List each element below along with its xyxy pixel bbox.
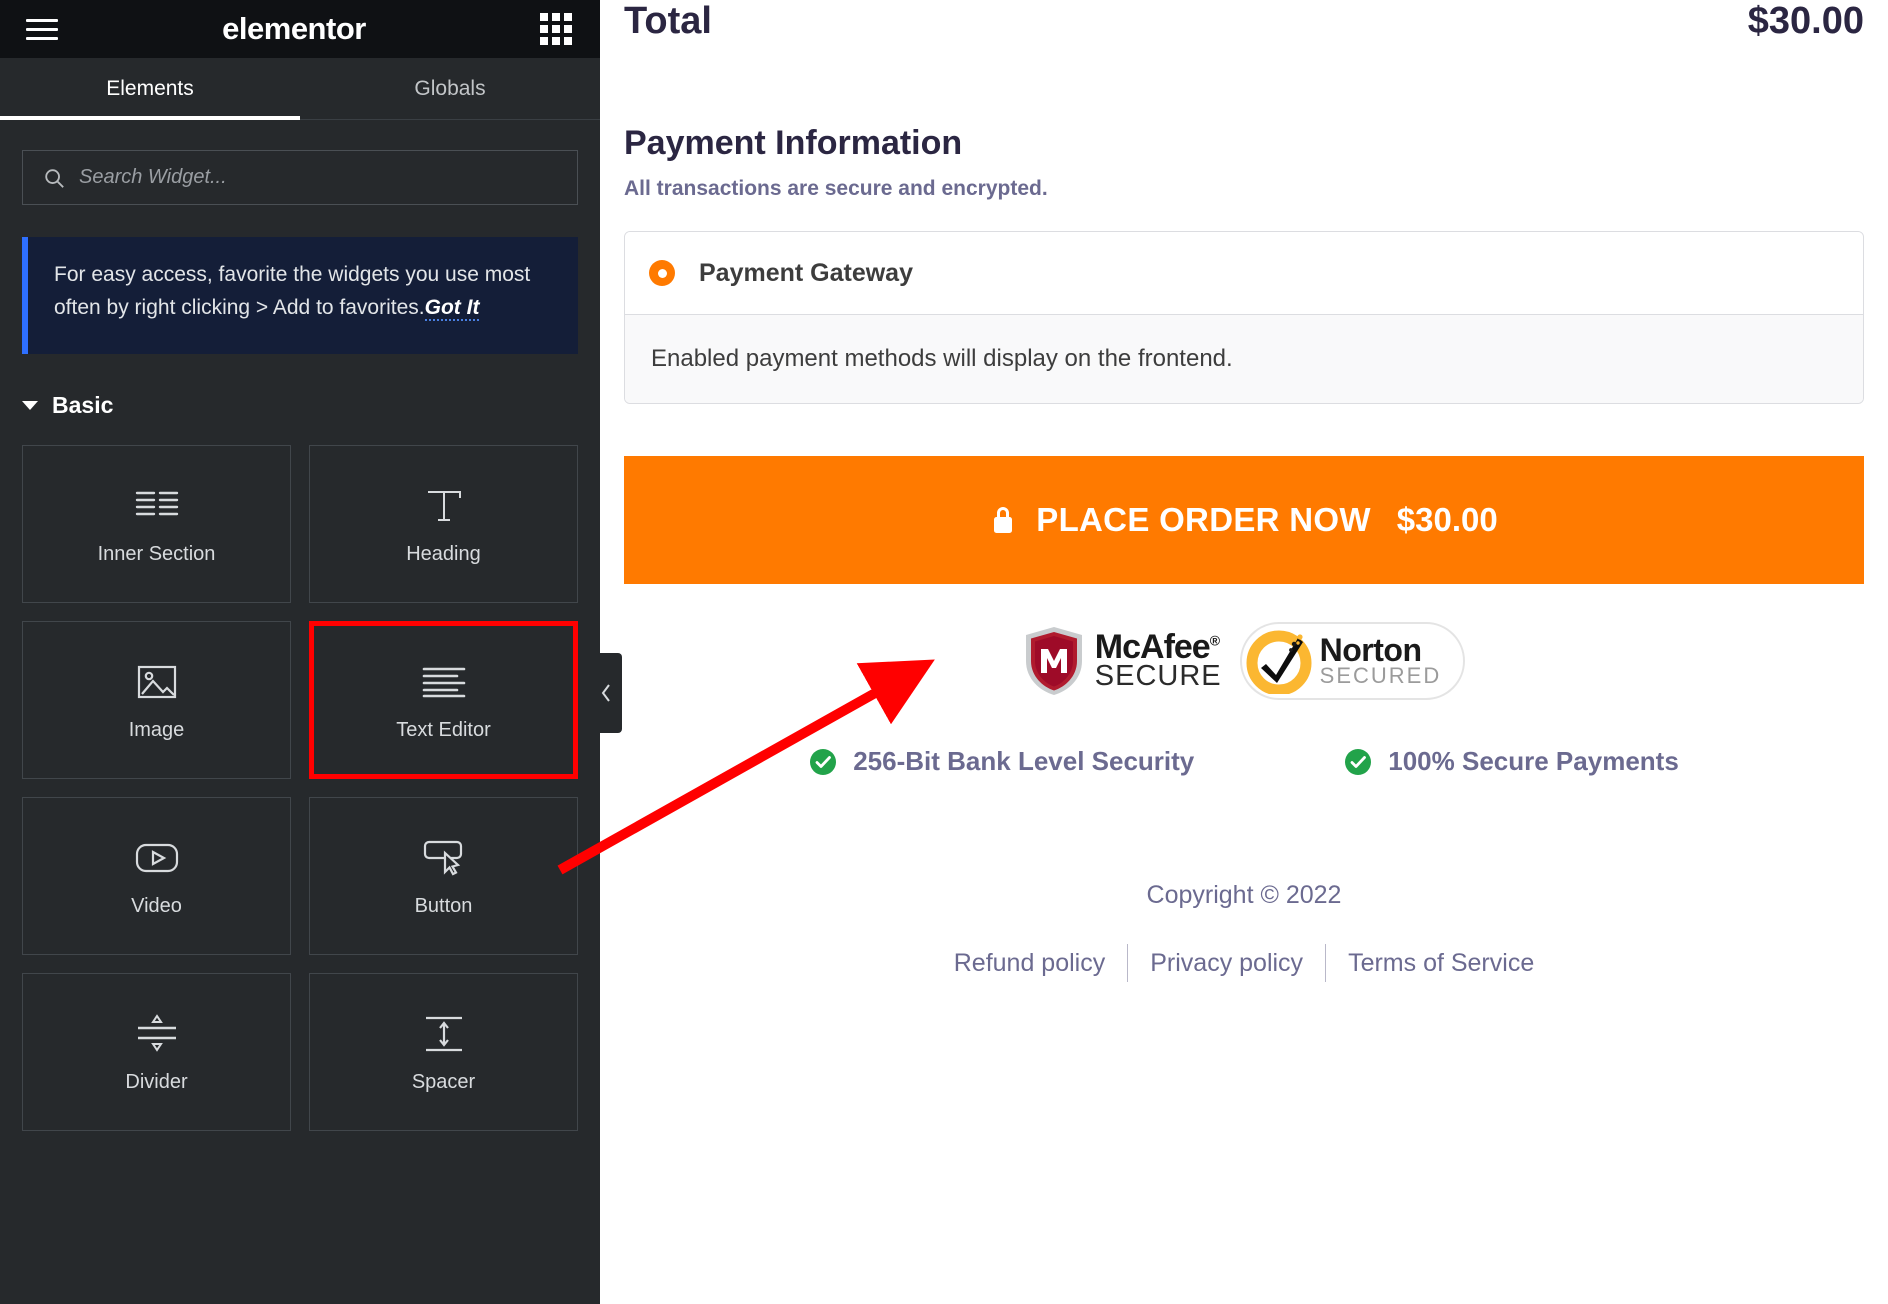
page-footer: Copyright © 2022 Refund policy Privacy p… (624, 881, 1864, 982)
text-editor-icon (421, 659, 467, 705)
spacer-icon (421, 1011, 467, 1057)
elementor-logo-text: elementor (222, 11, 366, 46)
tab-elements[interactable]: Elements (0, 58, 300, 120)
got-it-button[interactable]: Got It (424, 295, 480, 321)
registered-mark-icon: ® (1209, 632, 1220, 649)
payment-gateway-label: Payment Gateway (699, 258, 913, 287)
widget-grid: Inner Section Heading Image Text Editor … (22, 445, 578, 1132)
link-privacy-policy[interactable]: Privacy policy (1128, 949, 1325, 978)
widget-inner-section[interactable]: Inner Section (22, 445, 291, 604)
grid-apps-icon[interactable] (540, 13, 574, 45)
widget-spacer[interactable]: Spacer (309, 973, 578, 1132)
norton-wordmark: Norton SECURED (1319, 632, 1442, 688)
widget-heading-label: Heading (406, 542, 481, 565)
image-icon (136, 659, 178, 705)
panel-tabs: Elements Globals (0, 58, 600, 120)
place-order-amount: $30.00 (1396, 501, 1498, 538)
norton-name: Norton (1319, 632, 1422, 669)
heading-t-icon (422, 483, 466, 529)
chevron-left-icon (601, 684, 610, 702)
link-terms-of-service[interactable]: Terms of Service (1326, 949, 1556, 978)
widget-text-editor-label: Text Editor (396, 718, 491, 741)
copyright-text: Copyright © 2022 (1146, 881, 1342, 909)
widget-image-label: Image (128, 718, 185, 741)
widget-divider-label: Divider (125, 1070, 188, 1093)
widget-button[interactable]: Button (309, 797, 578, 956)
section-basic-header[interactable]: Basic (22, 392, 578, 419)
section-basic-title: Basic (52, 392, 114, 419)
assurance-secure-payments-label: 100% Secure Payments (1388, 746, 1679, 776)
widget-inner-section-label: Inner Section (97, 542, 216, 565)
widget-divider[interactable]: Divider (22, 973, 291, 1132)
widget-video-label: Video (131, 894, 182, 917)
assurance-secure-payments: 100% Secure Payments (1344, 746, 1679, 777)
assurance-bank-level-security: 256-Bit Bank Level Security (809, 746, 1194, 777)
mcafee-secure-word: SECURE (1094, 660, 1222, 693)
widget-video[interactable]: Video (22, 797, 291, 956)
check-circle-icon (1344, 748, 1372, 776)
payment-gateway-box: Payment Gateway Enabled payment methods … (624, 231, 1864, 404)
search-input[interactable] (79, 166, 557, 189)
payment-information-subtitle: All transactions are secure and encrypte… (624, 177, 1048, 200)
norton-secured-word: SECURED (1319, 662, 1442, 688)
assurances-row: 256-Bit Bank Level Security 100% Secure … (624, 746, 1864, 777)
tab-globals-label: Globals (414, 76, 486, 100)
widget-spacer-label: Spacer (411, 1070, 476, 1093)
tab-elements-label: Elements (106, 76, 194, 100)
trust-badges: McAfee® SECURE Norton SECURED (624, 622, 1864, 700)
mcafee-wordmark: McAfee® SECURE (1094, 628, 1222, 693)
app-root: elementor Elements Globals Search Widget… (0, 0, 1888, 1304)
panel-collapse-button[interactable] (590, 653, 622, 733)
widget-text-editor[interactable]: Text Editor (309, 621, 578, 780)
search-icon (43, 167, 65, 189)
legal-links: Refund policy Privacy policy Terms of Se… (624, 944, 1864, 982)
order-total-label: Total (624, 0, 712, 42)
panel-header: elementor (0, 0, 600, 58)
tab-globals[interactable]: Globals (300, 58, 600, 119)
widget-image[interactable]: Image (22, 621, 291, 780)
assurance-bank-level-security-label: 256-Bit Bank Level Security (853, 746, 1195, 776)
chevron-down-icon (22, 401, 38, 411)
button-cursor-icon (421, 835, 467, 881)
norton-secured-badge: Norton SECURED (1239, 622, 1466, 700)
favorites-notice: For easy access, favorite the widgets yo… (22, 237, 578, 355)
search-widget-box[interactable] (22, 150, 578, 205)
payment-gateway-note: Enabled payment methods will display on … (625, 314, 1863, 403)
place-order-button[interactable]: PLACE ORDER NOW $30.00 (624, 456, 1864, 584)
widget-heading[interactable]: Heading (309, 445, 578, 604)
payment-gateway-option[interactable]: Payment Gateway (625, 232, 1863, 314)
mcafee-secure-badge: McAfee® SECURE (1023, 625, 1222, 697)
video-play-icon (134, 835, 180, 881)
divider-icon (134, 1011, 180, 1057)
payment-information-title: Payment Information (624, 124, 963, 162)
lock-icon (990, 504, 1016, 536)
mcafee-shield-icon (1023, 625, 1085, 697)
mcafee-name: McAfee® (1094, 628, 1220, 667)
link-refund-policy[interactable]: Refund policy (932, 949, 1127, 978)
widget-button-label: Button (414, 894, 473, 917)
order-total-value: $30.00 (1747, 0, 1864, 42)
checkout-preview: Total $30.00 Payment Information All tra… (600, 0, 1888, 1304)
panel-body: For easy access, favorite the widgets yo… (0, 150, 600, 1132)
order-total-row: Total $30.00 (624, 0, 1864, 44)
check-circle-icon (809, 748, 837, 776)
inner-section-icon (134, 483, 180, 529)
place-order-label: PLACE ORDER NOW (1036, 501, 1371, 538)
norton-checkmark-icon (1246, 628, 1312, 696)
payment-gateway-radio[interactable] (649, 260, 675, 286)
favorites-notice-text: For easy access, favorite the widgets yo… (54, 259, 552, 324)
elementor-panel: elementor Elements Globals Search Widget… (0, 0, 600, 1304)
